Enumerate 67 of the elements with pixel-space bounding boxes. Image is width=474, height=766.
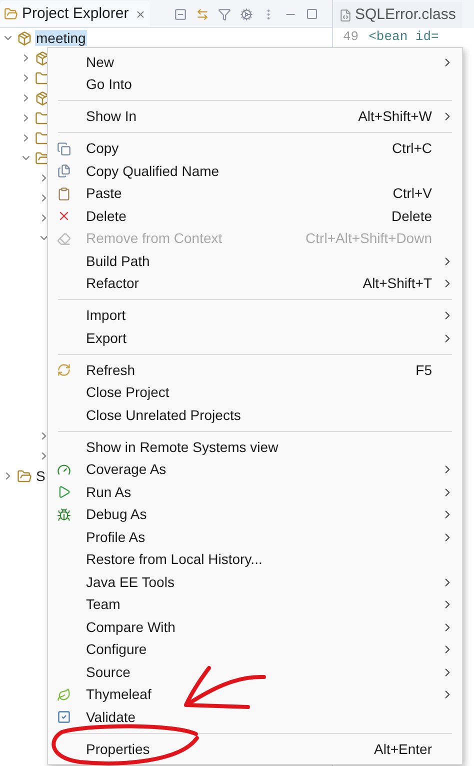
folder-icon <box>17 468 32 484</box>
menu-item[interactable]: Build Path <box>48 250 462 272</box>
shortcut-label: Ctrl+C <box>392 139 432 158</box>
menu-item[interactable]: Paste Ctrl+V <box>48 182 462 205</box>
menu-item[interactable]: Close Unrelated Projects <box>48 404 462 426</box>
code-line: <bean id= <box>368 28 439 46</box>
menu-item[interactable]: Delete Delete <box>48 205 462 228</box>
clipboard-icon <box>57 186 71 201</box>
eraser-icon <box>57 232 71 246</box>
menu-item[interactable]: Refresh F5 <box>48 359 462 382</box>
menu-item[interactable]: Restore from Local History... <box>48 548 462 571</box>
menu-item[interactable]: Go Into <box>48 74 462 96</box>
gauge-icon <box>57 462 71 477</box>
settings-icon[interactable] <box>240 8 253 20</box>
line-number: 49 <box>342 28 359 46</box>
folder-icon <box>35 150 50 166</box>
menu-item[interactable]: Properties Alt+Enter <box>48 738 462 760</box>
project-icon <box>17 30 32 46</box>
folder-icon <box>4 7 18 21</box>
menu-item[interactable]: Source <box>48 661 462 684</box>
shortcut-label: F5 <box>416 360 432 380</box>
menu-item[interactable]: Show in Remote Systems view <box>48 436 462 458</box>
shortcut-label: Alt+Shift+W <box>358 107 432 126</box>
shortcut-label: Ctrl+V <box>392 184 432 204</box>
menu-item[interactable]: Export <box>48 327 462 350</box>
menu-item[interactable]: Debug As <box>48 504 462 526</box>
menu-item[interactable]: Configure <box>48 638 462 661</box>
view-tab[interactable]: Project Explorer <box>0 1 150 27</box>
editor-tab[interactable]: SQLError.class <box>333 2 462 28</box>
filter-icon[interactable] <box>218 8 231 20</box>
menu-item[interactable]: Team <box>48 594 462 616</box>
menu-item[interactable]: Show In Alt+Shift+W <box>48 106 462 128</box>
tab-title: Project Explorer <box>22 4 129 24</box>
bug-icon <box>57 508 71 522</box>
tree-item[interactable]: S <box>35 468 46 484</box>
refresh-icon <box>57 363 71 378</box>
folder-icon <box>35 50 50 66</box>
menu-item[interactable]: Copy Qualified Name <box>48 160 462 182</box>
menu-item[interactable]: Refactor Alt+Shift+T <box>48 272 462 295</box>
link-icon[interactable] <box>196 8 209 20</box>
tree-item[interactable]: meeting <box>35 30 87 46</box>
menu-item[interactable]: Import <box>48 304 462 327</box>
collapse-icon[interactable] <box>174 8 187 20</box>
menu-item[interactable]: Thymeleaf <box>48 684 462 706</box>
menu-item[interactable]: Close Project <box>48 382 462 404</box>
shortcut-label: Alt+Enter <box>374 740 432 759</box>
menu-item[interactable]: Compare With <box>48 616 462 638</box>
maximize-icon[interactable] <box>306 8 318 20</box>
tab-title: SQLError.class <box>355 4 456 25</box>
menu-item[interactable]: Copy Ctrl+C <box>48 138 462 160</box>
close-icon[interactable] <box>134 8 146 20</box>
copy-icon <box>57 164 71 178</box>
copy-icon <box>57 142 71 156</box>
checkbox-icon <box>57 710 71 724</box>
class-file-icon <box>339 8 352 22</box>
menu-item[interactable]: Profile As <box>48 526 462 548</box>
folder-icon <box>35 90 50 106</box>
menu-item[interactable]: Run As <box>48 481 462 504</box>
menu-item[interactable]: Validate <box>48 706 462 728</box>
menu-item[interactable]: Java EE Tools <box>48 571 462 594</box>
shortcut-label: Delete <box>392 206 432 226</box>
leaf-icon <box>57 688 71 702</box>
menu-item[interactable]: New <box>48 51 462 74</box>
shortcut-label: Ctrl+Alt+Shift+Down <box>306 229 432 248</box>
menu-item[interactable]: Coverage As <box>48 458 462 481</box>
shortcut-label: Alt+Shift+T <box>362 274 432 294</box>
play-icon <box>57 485 71 500</box>
